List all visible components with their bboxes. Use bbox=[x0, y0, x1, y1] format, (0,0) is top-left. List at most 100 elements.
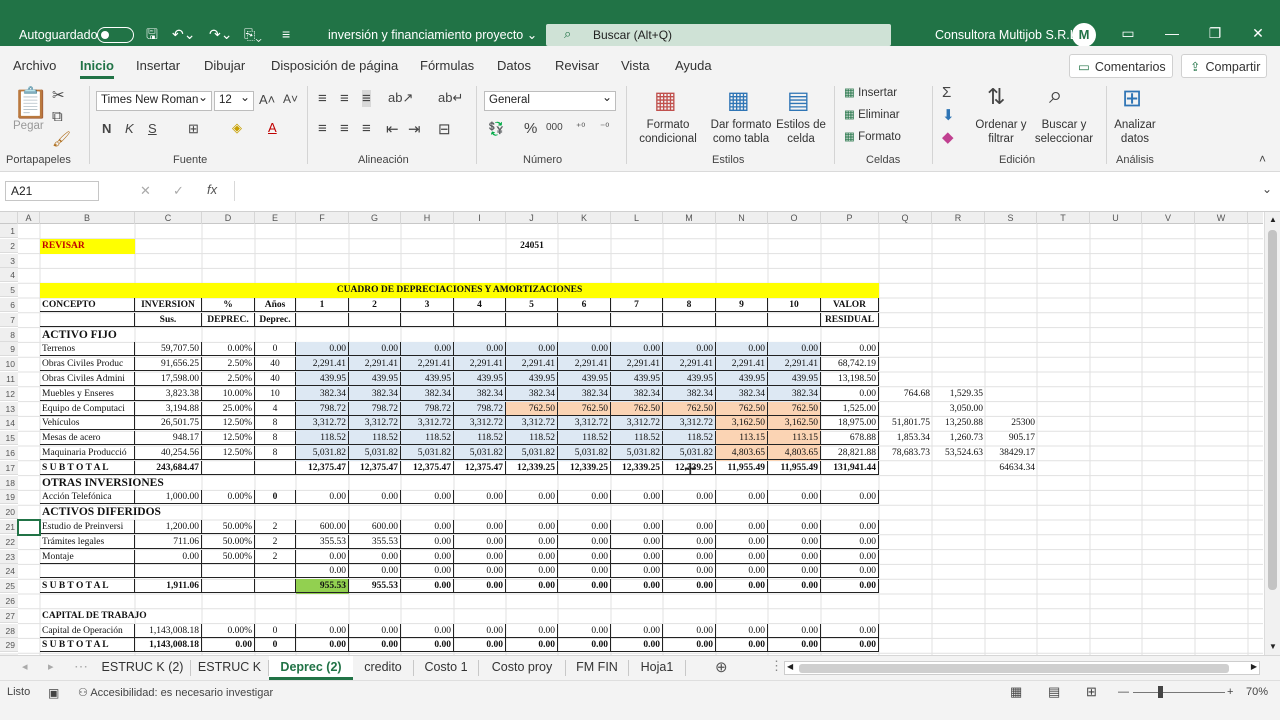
data-cell[interactable]: 0.00 bbox=[768, 623, 821, 638]
data-cell[interactable] bbox=[255, 460, 296, 475]
sheet-tab-active[interactable]: Deprec (2) bbox=[269, 656, 353, 680]
data-cell[interactable]: 13,198.50 bbox=[821, 372, 879, 386]
row-header[interactable]: 10 bbox=[0, 357, 18, 372]
data-cell[interactable]: 0 bbox=[255, 638, 296, 653]
row-label[interactable]: Terrenos bbox=[40, 342, 135, 357]
row-header[interactable]: 14 bbox=[0, 416, 18, 431]
column-heading[interactable]: 7 bbox=[611, 298, 663, 312]
tab-formulas[interactable]: Fórmulas bbox=[420, 58, 474, 73]
column-heading[interactable]: 4 bbox=[454, 298, 506, 312]
data-cell[interactable]: 25.00% bbox=[202, 401, 255, 416]
data-cell[interactable]: 12.50% bbox=[202, 416, 255, 431]
data-cell[interactable]: 0.00 bbox=[558, 638, 611, 653]
comments-button[interactable]: ▭ Comentarios bbox=[1069, 54, 1173, 78]
format-painter-icon[interactable]: 🖌 bbox=[52, 130, 71, 148]
data-cell[interactable]: 113.15 bbox=[716, 431, 768, 446]
data-cell[interactable]: 439.95 bbox=[558, 372, 611, 386]
data-cell[interactable]: 382.34 bbox=[768, 386, 821, 401]
bold-icon[interactable]: N bbox=[102, 121, 111, 136]
data-cell[interactable]: 28,821.88 bbox=[821, 446, 879, 460]
data-cell[interactable]: 439.95 bbox=[768, 372, 821, 386]
side-calc-cell[interactable]: 1,529.35 bbox=[932, 387, 985, 401]
data-cell[interactable]: 439.95 bbox=[506, 372, 558, 386]
data-cell[interactable]: 762.50 bbox=[611, 401, 663, 416]
enter-entry-icon[interactable]: ✓ bbox=[173, 183, 184, 199]
row-label[interactable]: Vehículos bbox=[40, 416, 135, 431]
delete-cells-button[interactable]: ▦ Eliminar bbox=[844, 108, 900, 122]
column-subheading[interactable] bbox=[40, 312, 135, 327]
data-cell[interactable]: 0.00 bbox=[454, 520, 506, 534]
conditional-format-label[interactable]: Formato condicional bbox=[633, 118, 703, 146]
column-heading[interactable]: 9 bbox=[716, 298, 768, 312]
italic-icon[interactable]: K bbox=[125, 121, 134, 136]
data-cell[interactable]: 91,656.25 bbox=[135, 357, 202, 372]
data-cell[interactable]: 0.00 bbox=[506, 623, 558, 638]
data-cell[interactable]: 0.00 bbox=[296, 623, 349, 638]
tab-ayuda[interactable]: Ayuda bbox=[675, 58, 712, 73]
row-header[interactable]: 5 bbox=[0, 283, 18, 298]
more-sheets-icon[interactable]: ⋯ bbox=[74, 658, 88, 675]
data-cell[interactable]: 12,339.25 bbox=[558, 460, 611, 475]
column-header[interactable]: D bbox=[202, 212, 255, 224]
avatar[interactable]: M bbox=[1072, 23, 1096, 47]
data-cell[interactable]: 382.34 bbox=[611, 386, 663, 401]
data-cell[interactable]: 955.53 bbox=[349, 579, 401, 594]
row-header[interactable]: 11 bbox=[0, 372, 18, 386]
format-table-label[interactable]: Dar formato como tabla bbox=[706, 118, 776, 146]
data-cell[interactable]: 439.95 bbox=[296, 372, 349, 386]
data-cell[interactable]: 118.52 bbox=[349, 431, 401, 446]
data-cell[interactable]: 40 bbox=[255, 357, 296, 372]
data-cell[interactable]: 118.52 bbox=[663, 431, 716, 446]
data-cell[interactable]: 0.00 bbox=[611, 579, 663, 594]
data-cell[interactable]: 0.00 bbox=[821, 534, 879, 549]
horizontal-scroll-thumb[interactable] bbox=[799, 664, 1229, 673]
borders-icon[interactable]: ⊞ bbox=[188, 121, 199, 137]
insert-cells-button[interactable]: ▦ Insertar bbox=[844, 86, 897, 100]
data-cell[interactable]: 0.00 bbox=[611, 534, 663, 549]
data-cell[interactable]: 439.95 bbox=[663, 372, 716, 386]
side-calc-cell[interactable]: 25300 bbox=[985, 416, 1037, 430]
data-cell[interactable]: 2,291.41 bbox=[663, 357, 716, 372]
data-cell[interactable]: 2,291.41 bbox=[716, 357, 768, 372]
data-cell[interactable]: 762.50 bbox=[663, 401, 716, 416]
column-header[interactable]: P bbox=[821, 212, 879, 224]
column-heading[interactable]: 2 bbox=[349, 298, 401, 312]
row-label[interactable]: S U B T O T A L bbox=[40, 460, 135, 475]
data-cell[interactable]: 762.50 bbox=[768, 401, 821, 416]
column-subheading[interactable]: Sus. bbox=[135, 312, 202, 327]
data-cell[interactable]: 0.00 bbox=[768, 638, 821, 653]
data-cell[interactable]: 3,312.72 bbox=[349, 416, 401, 431]
data-cell[interactable]: 2.50% bbox=[202, 372, 255, 386]
data-cell[interactable]: 5,031.82 bbox=[296, 446, 349, 460]
row-header[interactable]: 13 bbox=[0, 401, 18, 416]
decrease-decimal-icon[interactable]: ⁻⁰ bbox=[600, 122, 609, 133]
data-cell[interactable]: 0.00 bbox=[821, 549, 879, 564]
data-cell[interactable]: 0.00 bbox=[401, 623, 454, 638]
row-header[interactable]: 16 bbox=[0, 446, 18, 460]
data-cell[interactable]: 5,031.82 bbox=[454, 446, 506, 460]
zoom-out-icon[interactable]: — bbox=[1118, 686, 1129, 698]
sort-filter-label[interactable]: Ordenar y filtrar bbox=[972, 118, 1030, 146]
column-heading[interactable]: 3 bbox=[401, 298, 454, 312]
data-cell[interactable]: 8 bbox=[255, 446, 296, 460]
data-cell[interactable]: 0.00 bbox=[454, 564, 506, 579]
section-label[interactable]: ACTIVO FIJO bbox=[40, 328, 296, 342]
data-cell[interactable]: 0.00 bbox=[506, 490, 558, 505]
section-label[interactable]: ACTIVOS DIFERIDOS bbox=[40, 505, 296, 519]
data-cell[interactable]: 0.00 bbox=[716, 490, 768, 505]
data-cell[interactable]: 26,501.75 bbox=[135, 416, 202, 431]
data-cell[interactable]: 1,525.00 bbox=[821, 401, 879, 416]
row-header[interactable]: 17 bbox=[0, 460, 18, 475]
cut-icon[interactable]: ✂ bbox=[52, 86, 65, 104]
data-cell[interactable]: 10 bbox=[255, 386, 296, 401]
merge-center-icon[interactable]: ⊟ bbox=[438, 120, 451, 138]
data-cell[interactable]: 3,312.72 bbox=[296, 416, 349, 431]
data-cell[interactable]: 2,291.41 bbox=[401, 357, 454, 372]
column-subheading[interactable] bbox=[611, 312, 663, 327]
data-cell[interactable]: 0.00 bbox=[401, 520, 454, 534]
column-heading[interactable]: 1 bbox=[296, 298, 349, 312]
data-cell[interactable]: 0 bbox=[255, 490, 296, 505]
share-button[interactable]: ⇪ Compartir bbox=[1181, 54, 1267, 78]
tab-vista[interactable]: Vista bbox=[621, 58, 650, 73]
row-header[interactable]: 6 bbox=[0, 298, 18, 312]
